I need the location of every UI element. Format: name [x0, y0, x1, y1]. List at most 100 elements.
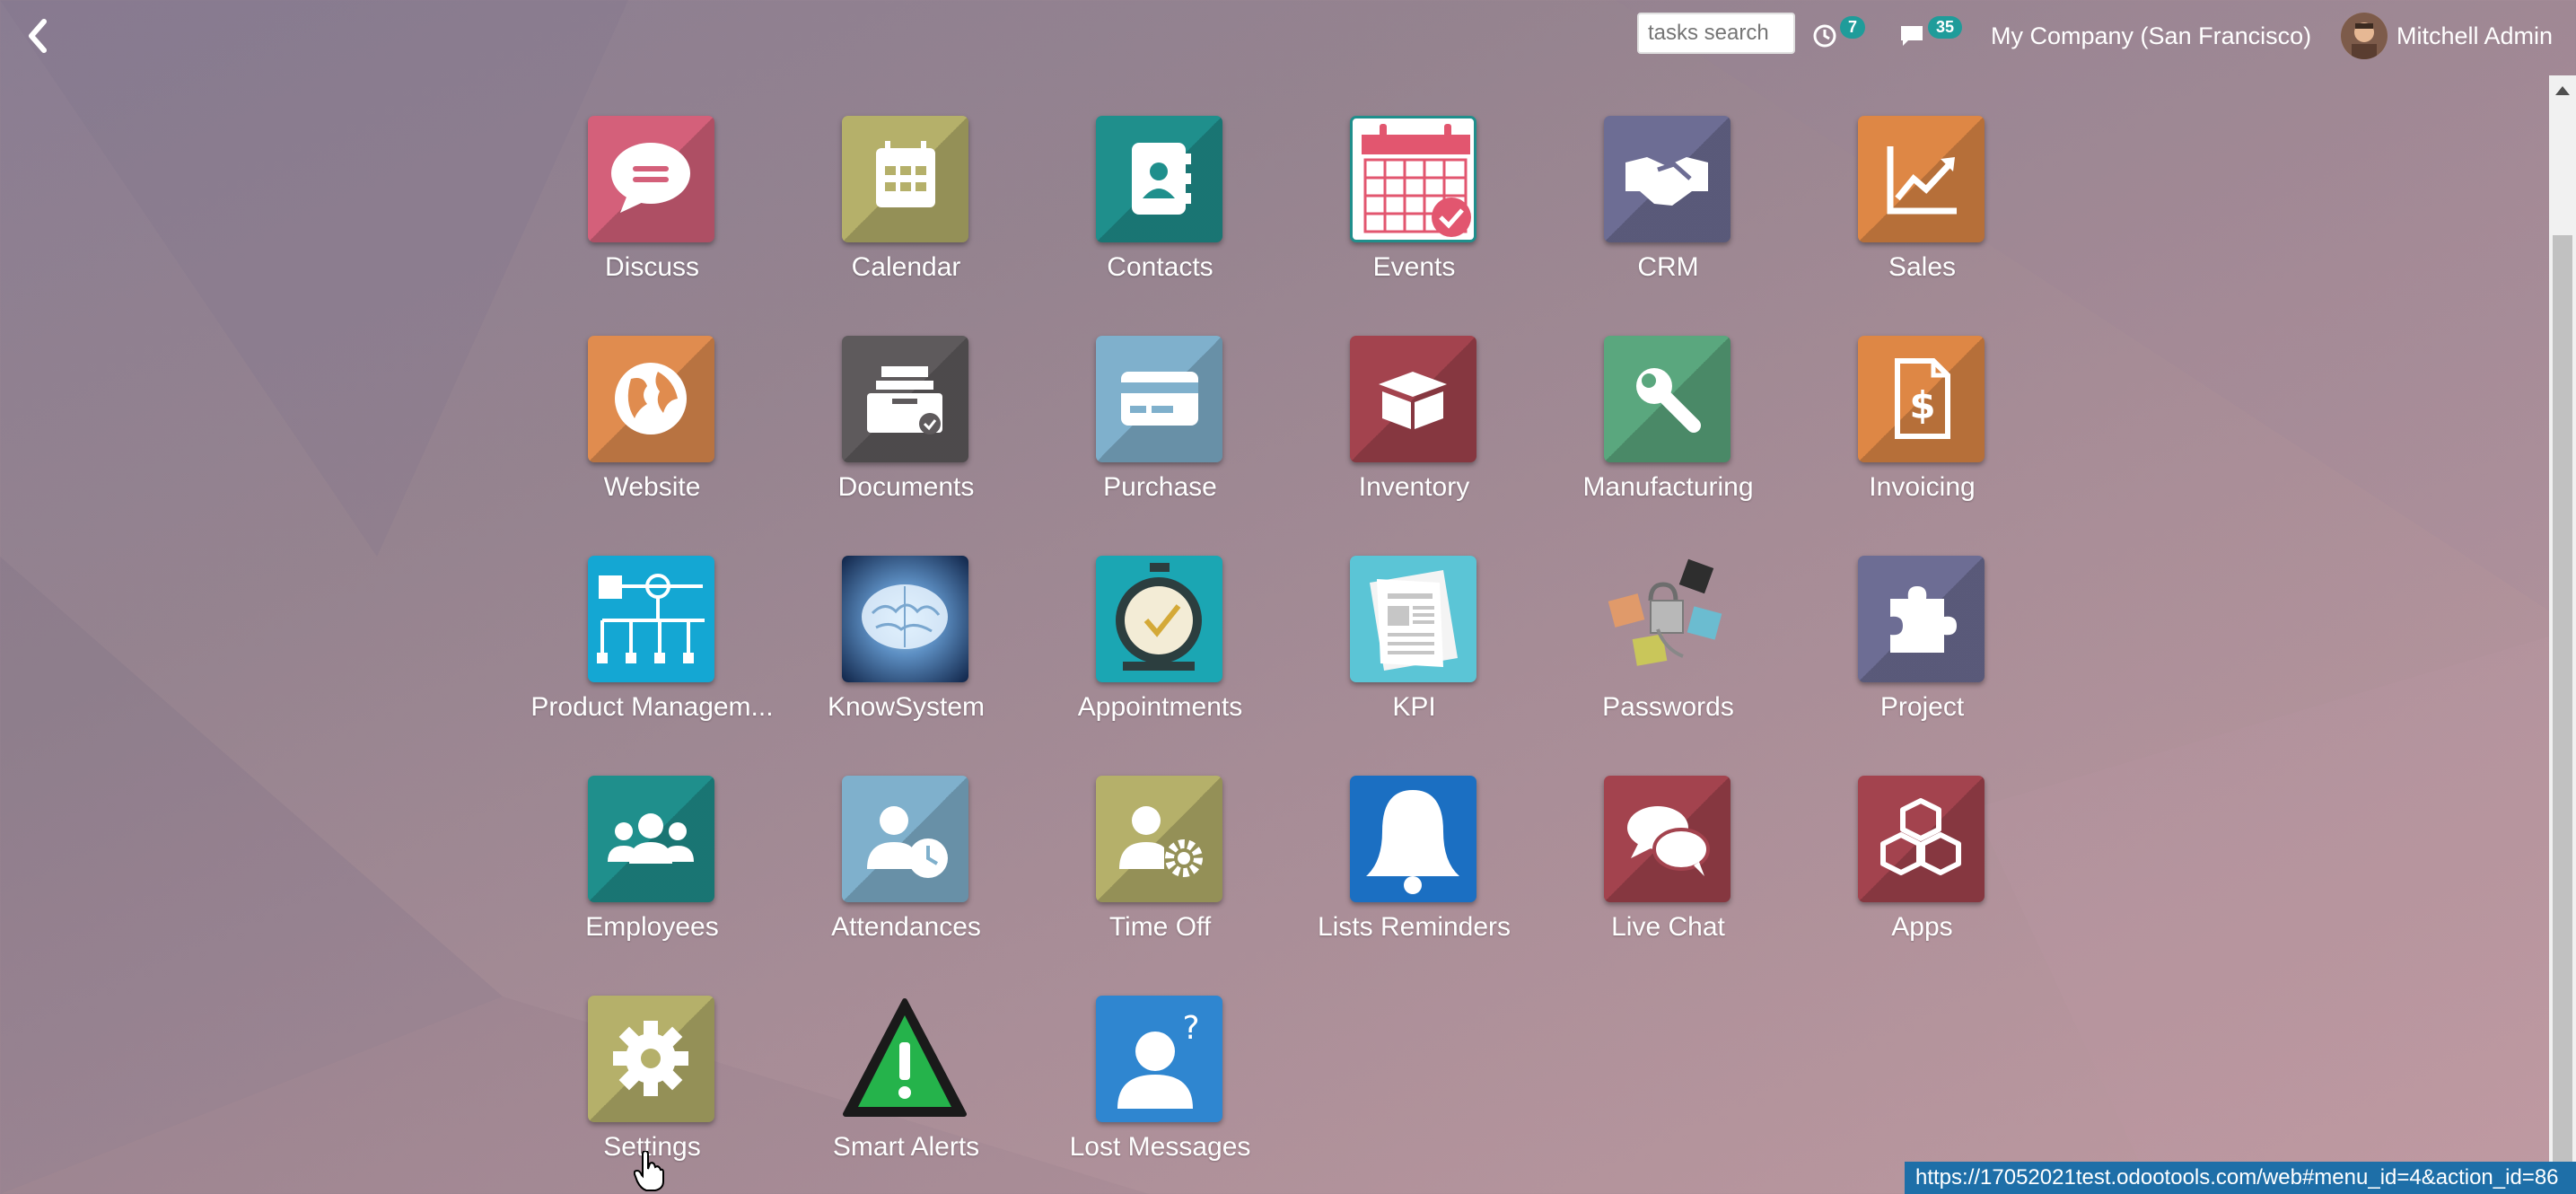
messages-count-badge: 35: [1928, 15, 1963, 39]
company-switcher[interactable]: My Company (San Francisco): [1991, 16, 2311, 56]
chevron-left-icon: [29, 19, 47, 53]
app-label: Smart Alerts: [832, 1132, 980, 1162]
handshake-icon: [1604, 116, 1730, 242]
newspaper-icon: [1350, 556, 1476, 682]
activity-count-badge: 7: [1840, 15, 1866, 39]
app-website[interactable]: Website: [525, 336, 779, 542]
app-label: Inventory: [1358, 472, 1470, 502]
stopwatch-icon: [1096, 556, 1222, 682]
app-product-management[interactable]: Product Managem...: [525, 556, 779, 762]
app-appointments[interactable]: Appointments: [1033, 556, 1287, 762]
event-calendar-icon: [1350, 116, 1476, 242]
archive-box-icon: [842, 336, 968, 462]
app-label: Employees: [585, 912, 719, 942]
globe-icon: [588, 336, 714, 462]
trend-chart-icon: [1858, 116, 1985, 242]
svg-text:$: $: [1909, 383, 1935, 427]
app-attendances[interactable]: Attendances: [779, 776, 1033, 982]
app-passwords[interactable]: Passwords: [1541, 556, 1795, 762]
app-live-chat[interactable]: Live Chat: [1541, 776, 1795, 982]
avatar: [2341, 13, 2388, 59]
app-invoicing[interactable]: $ Invoicing: [1795, 336, 2049, 542]
app-calendar[interactable]: Calendar: [779, 116, 1033, 322]
company-name: My Company (San Francisco): [1991, 22, 2312, 49]
user-name: Mitchell Admin: [2396, 22, 2554, 49]
app-label: Website: [603, 472, 701, 502]
app-label: Invoicing: [1869, 472, 1976, 502]
app-knowsystem[interactable]: KnowSystem: [779, 556, 1033, 762]
app-label: Events: [1372, 252, 1456, 282]
app-label: Product Managem...: [530, 692, 774, 722]
app-label: Apps: [1891, 912, 1953, 942]
app-label: Lists Reminders: [1317, 912, 1511, 942]
back-button[interactable]: [16, 14, 59, 57]
tasks-search-input[interactable]: [1637, 13, 1795, 54]
calendar-icon: [842, 116, 968, 242]
user-clock-icon: [842, 776, 968, 902]
activity-button[interactable]: 7: [1811, 15, 1866, 56]
app-label: Documents: [837, 472, 975, 502]
scroll-up-arrow-icon[interactable]: [2555, 86, 2570, 95]
app-kpi[interactable]: KPI: [1287, 556, 1541, 762]
app-label: Passwords: [1602, 692, 1734, 722]
credit-card-icon: [1096, 336, 1222, 462]
app-lists-reminders[interactable]: Lists Reminders: [1287, 776, 1541, 982]
clock-icon: [1813, 24, 1836, 48]
app-label: Manufacturing: [1582, 472, 1754, 502]
cubes-icon: [1858, 776, 1985, 902]
app-employees[interactable]: Employees: [525, 776, 779, 982]
status-bar-url: https://17052021test.odootools.com/web#m…: [1905, 1162, 2576, 1194]
chat-bubble-icon: [588, 116, 714, 242]
app-label: CRM: [1637, 252, 1699, 282]
app-sales[interactable]: Sales: [1795, 116, 2049, 322]
invoice-dollar-icon: $: [1858, 336, 1985, 462]
user-gear-icon: [1096, 776, 1222, 902]
app-label: Contacts: [1107, 252, 1214, 282]
gear-icon: [588, 996, 714, 1122]
app-smart-alerts[interactable]: Smart Alerts: [779, 996, 1033, 1194]
top-navbar: 7 35 My Company (San Francisco) Mitchell…: [0, 0, 2576, 75]
app-label: Lost Messages: [1069, 1132, 1251, 1162]
app-label: Purchase: [1103, 472, 1217, 502]
padlocks-icon: [1604, 556, 1730, 682]
open-box-icon: [1350, 336, 1476, 462]
app-lost-messages[interactable]: ? Lost Messages: [1033, 996, 1287, 1194]
app-events[interactable]: Events: [1287, 116, 1541, 322]
user-menu[interactable]: Mitchell Admin: [2341, 13, 2553, 59]
app-label: KnowSystem: [827, 692, 986, 722]
app-label: Attendances: [831, 912, 981, 942]
svg-text:?: ?: [1182, 1010, 1199, 1047]
comment-icon: [1901, 26, 1923, 46]
app-label: Sales: [1888, 252, 1957, 282]
app-purchase[interactable]: Purchase: [1033, 336, 1287, 542]
user-question-icon: ?: [1096, 996, 1222, 1122]
app-manufacturing[interactable]: Manufacturing: [1541, 336, 1795, 542]
people-group-icon: [588, 776, 714, 902]
app-label: Calendar: [851, 252, 961, 282]
app-time-off[interactable]: Time Off: [1033, 776, 1287, 982]
address-book-icon: [1096, 116, 1222, 242]
app-apps[interactable]: Apps: [1795, 776, 2049, 982]
app-project[interactable]: Project: [1795, 556, 2049, 762]
scroll-thumb[interactable]: [2553, 235, 2572, 1194]
page-scrollbar[interactable]: [2549, 75, 2576, 1194]
puzzle-icon: [1858, 556, 1985, 682]
app-label: Live Chat: [1611, 912, 1725, 942]
chat-bubbles-icon: [1604, 776, 1730, 902]
app-contacts[interactable]: Contacts: [1033, 116, 1287, 322]
messages-button[interactable]: 35: [1897, 15, 1963, 56]
app-documents[interactable]: Documents: [779, 336, 1033, 542]
bell-icon: [1350, 776, 1476, 902]
org-chart-icon: [588, 556, 714, 682]
app-label: Discuss: [604, 252, 699, 282]
app-label: Project: [1879, 692, 1965, 722]
brain-icon: [842, 556, 968, 682]
app-label: Appointments: [1077, 692, 1243, 722]
app-discuss[interactable]: Discuss: [525, 116, 779, 322]
app-crm[interactable]: CRM: [1541, 116, 1795, 322]
app-inventory[interactable]: Inventory: [1287, 336, 1541, 542]
hand-pointer-icon: [634, 1151, 664, 1191]
warning-triangle-icon: [842, 996, 968, 1122]
app-label: KPI: [1392, 692, 1436, 722]
wrench-icon: [1604, 336, 1730, 462]
